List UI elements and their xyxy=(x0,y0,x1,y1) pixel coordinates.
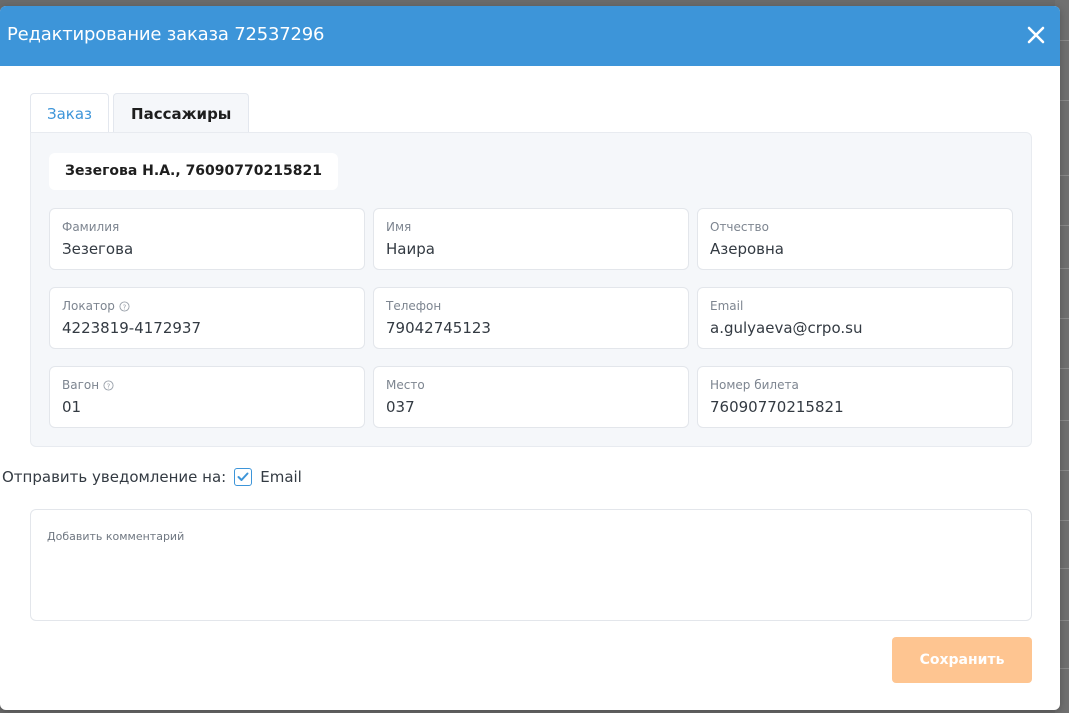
car-value: 01 xyxy=(62,398,82,416)
seat-value: 037 xyxy=(386,398,415,416)
ticket-number-field[interactable]: Номер билета 76090770215821 xyxy=(697,366,1013,428)
seat-label: Место xyxy=(386,378,425,392)
locator-label-text: Локатор xyxy=(62,299,115,313)
locator-label: Локатор ? xyxy=(62,299,352,314)
email-label: Email xyxy=(710,299,744,313)
comment-placeholder: Добавить комментарий xyxy=(47,530,185,543)
phone-value: 79042745123 xyxy=(386,319,491,337)
last-name-value: Зезегова xyxy=(62,240,134,258)
locator-value: 4223819-4172937 xyxy=(62,319,202,337)
tab-passengers[interactable]: Пассажиры xyxy=(113,93,250,134)
first-name-label: Имя xyxy=(386,220,412,234)
tabs: Заказ Пассажиры xyxy=(30,93,250,134)
middle-name-label: Отчество xyxy=(710,220,769,234)
edit-order-modal: Редактирование заказа 72537296 Заказ Пас… xyxy=(0,6,1060,710)
first-name-field[interactable]: Имя Наира xyxy=(373,208,689,270)
phone-label: Телефон xyxy=(386,299,442,313)
ticket-number-value: 76090770215821 xyxy=(710,398,844,416)
email-value: a.gulyaeva@crpo.su xyxy=(710,319,863,337)
tab-order[interactable]: Заказ xyxy=(30,93,110,133)
comment-textarea[interactable]: Добавить комментарий xyxy=(30,509,1032,621)
car-field[interactable]: Вагон ? 01 xyxy=(49,366,365,428)
ticket-number-label: Номер билета xyxy=(710,378,799,392)
passengers-panel: Зезегова Н.А., 76090770215821 Фамилия Зе… xyxy=(30,132,1032,447)
close-button[interactable] xyxy=(1024,23,1048,47)
help-icon[interactable]: ? xyxy=(103,380,114,391)
email-field[interactable]: Email a.gulyaeva@crpo.su xyxy=(697,287,1013,349)
car-label: Вагон ? xyxy=(62,378,352,393)
notify-label: Отправить уведомление на: xyxy=(2,468,227,486)
passenger-chip[interactable]: Зезегова Н.А., 76090770215821 xyxy=(49,153,338,190)
checkmark-icon xyxy=(237,472,249,481)
seat-field[interactable]: Место 037 xyxy=(373,366,689,428)
locator-field[interactable]: Локатор ? 4223819-4172937 xyxy=(49,287,365,349)
close-icon xyxy=(1027,26,1045,44)
phone-field[interactable]: Телефон 79042745123 xyxy=(373,287,689,349)
car-label-text: Вагон xyxy=(62,378,100,392)
email-checkbox[interactable] xyxy=(234,468,253,486)
notification-row: Отправить уведомление на: Email xyxy=(2,468,302,486)
modal-header: Редактирование заказа 72537296 xyxy=(0,6,1060,66)
middle-name-field[interactable]: Отчество Азеровна xyxy=(697,208,1013,270)
middle-name-value: Азеровна xyxy=(710,240,785,258)
svg-text:?: ? xyxy=(107,382,111,390)
modal-title: Редактирование заказа 72537296 xyxy=(7,24,325,45)
email-checkbox-label[interactable]: Email xyxy=(260,468,302,486)
save-button[interactable]: Сохранить xyxy=(892,637,1032,683)
last-name-field[interactable]: Фамилия Зезегова xyxy=(49,208,365,270)
last-name-label: Фамилия xyxy=(62,220,120,234)
first-name-value: Наира xyxy=(386,240,435,258)
help-icon[interactable]: ? xyxy=(119,301,130,312)
svg-text:?: ? xyxy=(123,303,127,311)
